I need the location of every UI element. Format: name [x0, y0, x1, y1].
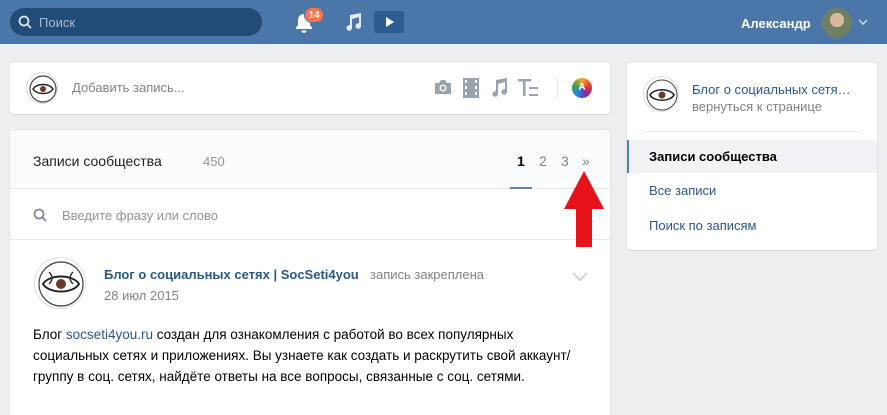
top-header: 14 Александр [0, 0, 887, 44]
wall-header: Записи сообщества 450 1 2 3 » [10, 130, 610, 189]
pinned-label: запись закреплена [370, 267, 484, 282]
sidebar-item-search-posts[interactable]: Поиск по записям [627, 209, 877, 242]
community-logo[interactable] [643, 76, 679, 112]
arrow-up-icon [564, 171, 604, 247]
music-icon[interactable] [343, 12, 363, 32]
wall-count: 450 [203, 154, 225, 169]
search-icon [33, 208, 47, 222]
divider [643, 131, 861, 132]
sidebar-item-community-posts[interactable]: Записи сообщества [627, 140, 877, 173]
video-icon[interactable] [463, 78, 479, 98]
audio-icon[interactable] [491, 78, 507, 98]
post-author-link[interactable]: Блог о социальных сетях | SocSeti4you [104, 267, 359, 282]
back-to-page-link[interactable]: вернуться к странице [692, 99, 822, 114]
notifications-badge: 14 [304, 7, 324, 23]
global-search-input[interactable] [39, 14, 249, 30]
page-link-2[interactable]: 2 [539, 153, 547, 169]
post-text-start: Блог [33, 327, 66, 342]
wall-title: Записи сообщества [33, 153, 162, 169]
community-sidebar: Блог о социальных сетя… вернуться к стра… [627, 62, 877, 250]
video-play-icon[interactable] [374, 11, 404, 33]
post-text: Блог socseti4you.ru создан для ознакомле… [33, 324, 583, 387]
wall-search-input[interactable] [62, 205, 562, 225]
wall-search[interactable] [10, 190, 610, 240]
user-avatar[interactable] [822, 8, 852, 38]
chevron-down-icon[interactable] [572, 272, 588, 281]
camera-icon[interactable] [433, 78, 453, 96]
post-composer[interactable]: Добавить запись... A [10, 62, 610, 114]
post-link[interactable]: socseti4you.ru [66, 327, 153, 342]
page-link-3[interactable]: 3 [561, 153, 569, 169]
community-name-link[interactable]: Блог о социальных сетя… [692, 82, 851, 97]
community-avatar [26, 72, 58, 104]
composer-placeholder[interactable]: Добавить запись... [72, 80, 185, 95]
page-next-link[interactable]: » [582, 153, 590, 169]
article-icon[interactable] [518, 78, 538, 98]
divider [557, 76, 558, 100]
post-author-avatar[interactable] [34, 257, 86, 309]
post-date[interactable]: 28 июл 2015 [104, 288, 179, 303]
active-page-indicator [510, 187, 532, 189]
search-icon [18, 15, 32, 29]
author-select-avatar[interactable]: A [572, 78, 592, 98]
sidebar-item-all-posts[interactable]: Все записи [627, 174, 877, 207]
community-wall: Записи сообщества 450 1 2 3 » Блог о соц… [10, 130, 610, 415]
chevron-down-icon[interactable] [858, 19, 868, 25]
global-search[interactable] [10, 8, 262, 36]
user-name[interactable]: Александр [741, 16, 811, 31]
page-link-1[interactable]: 1 [517, 153, 525, 169]
